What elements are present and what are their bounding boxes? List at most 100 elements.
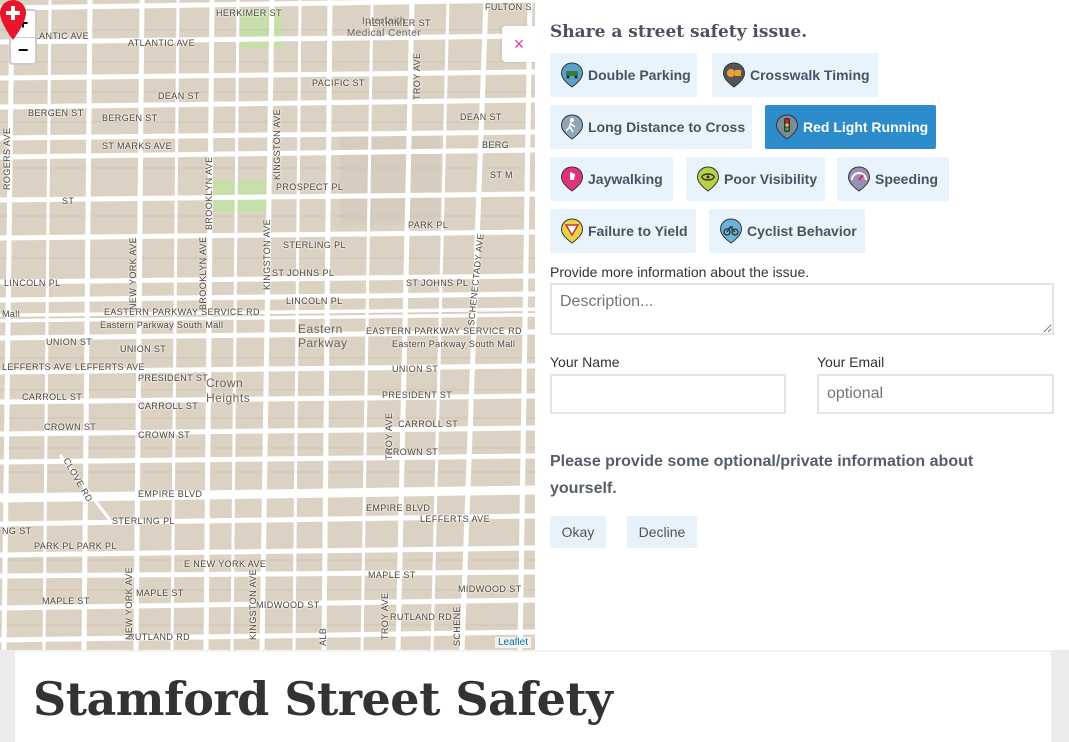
map-streets-layer	[0, 0, 535, 650]
issue-label: Speeding	[875, 171, 939, 187]
issue-button-double-parking[interactable]: Double Parking	[550, 53, 697, 97]
issue-label: Failure to Yield	[588, 223, 688, 239]
name-label: Your Name	[550, 354, 620, 370]
street-label: BERGEN ST	[102, 113, 158, 123]
street-label: ALB	[318, 627, 328, 646]
issue-label: Double Parking	[588, 67, 691, 83]
street-label: UNION ST	[392, 364, 439, 374]
street-label: STERLING PL	[112, 516, 175, 526]
description-field[interactable]	[550, 283, 1054, 335]
street-label: E NEW YORK AVE	[184, 559, 267, 569]
street-label: Mall	[2, 309, 21, 319]
jaywalking-icon	[560, 166, 584, 192]
panel-title: Share a street safety issue.	[550, 22, 808, 42]
issue-button-poor-visibility[interactable]: Poor Visibility	[686, 157, 825, 201]
street-label: BERGEN ST	[28, 108, 84, 118]
street-label: Eastern Parkway South Mall	[100, 320, 224, 330]
okay-button[interactable]: Okay	[550, 516, 606, 548]
street-label: KINGSTON AVE	[272, 109, 282, 180]
street-label: MAPLE ST	[136, 588, 184, 598]
issue-button-failure-to-yield[interactable]: Failure to Yield	[550, 209, 696, 253]
area-label: Crown Heights	[206, 376, 251, 405]
street-label: SCHENE	[452, 606, 462, 646]
street-label: EMPIRE BLVD	[138, 489, 203, 499]
street-label: PARK PL PARK PL	[34, 541, 117, 551]
issue-label: Crosswalk Timing	[750, 67, 870, 83]
double-parking-icon	[560, 62, 584, 88]
street-label: TROY AVE	[380, 592, 390, 640]
street-label: FULTON S	[485, 2, 532, 12]
street-label: LINCOLN PL	[4, 278, 61, 288]
street-label: STERLING PL	[283, 240, 346, 250]
street-label: RUTLAND RD	[128, 632, 191, 642]
description-label: Provide more information about the issue…	[550, 264, 810, 280]
street-label: LEFFERTS AVE	[420, 514, 490, 524]
street-label: MIDWOOD ST	[256, 600, 320, 610]
issue-button-jaywalking[interactable]: Jaywalking	[550, 157, 673, 201]
site-title[interactable]: Stamford Street Safety	[33, 672, 613, 726]
street-label: RUTLAND RD	[390, 612, 453, 622]
street-label: PRESIDENT ST	[138, 373, 209, 383]
street-label: CROWN ST	[138, 430, 191, 440]
street-label: ROGERS AVE	[2, 127, 12, 190]
close-icon[interactable]: ×	[502, 26, 536, 62]
street-label: TROY AVE	[412, 52, 422, 100]
area-label: Interfaith Medical Center	[346, 16, 422, 39]
issue-button-long-distance[interactable]: Long Distance to Cross	[550, 105, 752, 149]
street-label: EASTERN PARKWAY SERVICE RD	[366, 326, 522, 336]
long-distance-icon	[560, 114, 584, 140]
street-label: PARK PL	[408, 220, 449, 230]
street-label: UNION ST	[120, 344, 167, 354]
street-label: KINGSTON AVE	[262, 219, 272, 290]
campus-area	[340, 135, 440, 225]
street-label: DEAN ST	[158, 91, 200, 101]
street-label: CARROLL ST	[398, 419, 459, 429]
issue-button-cyclist-behavior[interactable]: Cyclist Behavior	[709, 209, 865, 253]
leaflet-attribution-link[interactable]: Leaflet	[494, 637, 531, 648]
issue-label: Jaywalking	[588, 171, 663, 187]
street-label: TROY AVE	[384, 412, 394, 460]
street-label: ST	[62, 196, 75, 206]
zoom-out-button[interactable]: −	[11, 37, 35, 63]
name-field[interactable]	[550, 374, 786, 414]
street-label: BROOKLYN AVE	[204, 156, 214, 231]
street-label: CARROLL ST	[138, 401, 199, 411]
street-label: ST MARKS AVE	[102, 141, 172, 151]
issue-button-red-light-running[interactable]: Red Light Running	[765, 105, 936, 149]
email-field[interactable]	[817, 374, 1054, 414]
map-marker-icon[interactable]	[0, 0, 26, 40]
street-label: LINCOLN PL	[286, 296, 343, 306]
issue-label: Cyclist Behavior	[747, 223, 857, 239]
red-light-icon	[775, 114, 799, 140]
street-label: ST JOHNS PL	[406, 278, 469, 288]
street-label: MIDWOOD ST	[458, 584, 522, 594]
decline-button[interactable]: Decline	[627, 516, 697, 548]
street-label: PROSPECT PL	[276, 182, 344, 192]
issue-button-crosswalk-timing[interactable]: Crosswalk Timing	[712, 53, 878, 97]
street-label: BROOKLYN AVE	[198, 236, 208, 311]
optional-info-prompt: Please provide some optional/private inf…	[550, 453, 974, 497]
street-label: PACIFIC ST	[312, 78, 365, 88]
street-label: ST JOHNS PL	[272, 268, 335, 278]
street-label: ATLANTIC AVE	[128, 38, 195, 48]
street-label: NEW YORK AVE	[128, 237, 138, 310]
crosswalk-timing-icon	[722, 62, 746, 88]
street-label: NG ST	[2, 526, 32, 536]
street-label: HERKIMER ST	[216, 8, 282, 18]
street-label: CARROLL ST	[22, 392, 83, 402]
street-label: CROWN ST	[44, 422, 97, 432]
street-label: BERG	[482, 140, 510, 150]
street-label: DEAN ST	[460, 112, 502, 122]
street-label: PRESIDENT ST	[382, 390, 453, 400]
street-label: LEFFERTS AVE LEFFERTS AVE	[2, 362, 145, 372]
map-view[interactable]: HERKIMER ST HERKIMER ST FULTON S ATLANTI…	[0, 0, 535, 650]
area-label: Eastern Parkway	[298, 322, 348, 350]
street-label: ST M	[490, 170, 513, 180]
issue-label: Poor Visibility	[724, 171, 818, 187]
street-label: UNION ST	[46, 337, 93, 347]
cyclist-icon	[719, 218, 743, 244]
street-label: MAPLE ST	[42, 596, 90, 606]
street-label: MAPLE ST	[368, 570, 416, 580]
street-label: EMPIRE BLVD	[366, 503, 431, 513]
issue-button-speeding[interactable]: Speeding	[837, 157, 949, 201]
